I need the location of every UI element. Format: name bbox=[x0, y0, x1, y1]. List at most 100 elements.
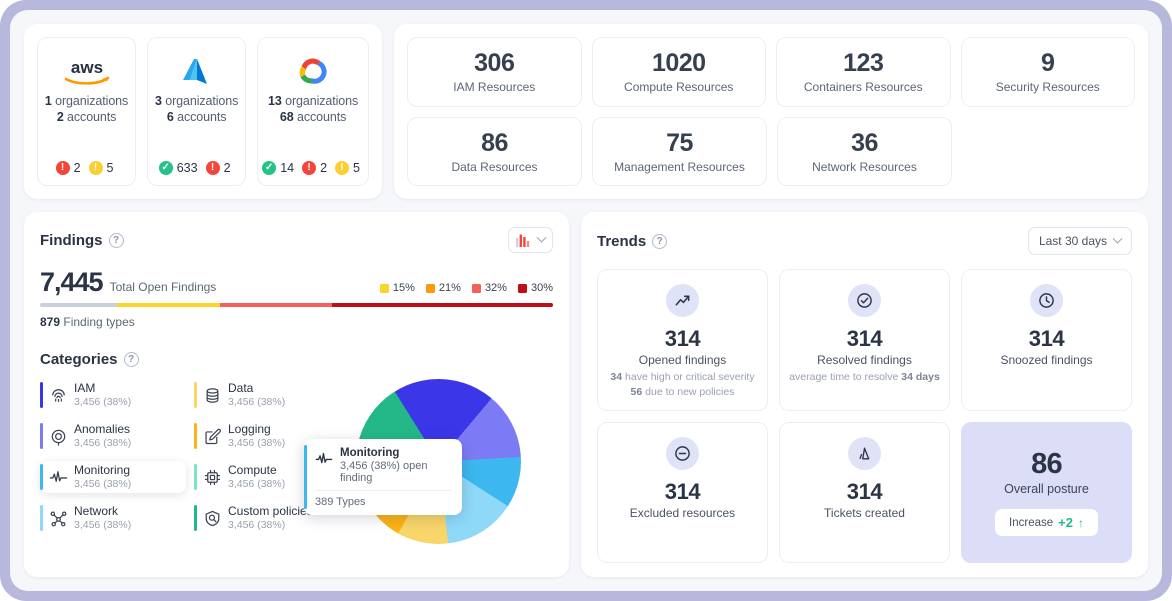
findings-summary: 7,445 Total Open Findings 15% 21% 32% 30… bbox=[40, 269, 553, 296]
category-text: Monitoring 3,456 (38%) bbox=[74, 464, 131, 490]
trend-card-opened-findings[interactable]: 314 Opened findings 34 have high or crit… bbox=[597, 269, 768, 410]
trend-card-snoozed-findings[interactable]: 314 Snoozed findings bbox=[961, 269, 1132, 410]
trend-card-tickets-created[interactable]: 314 Tickets created bbox=[779, 422, 950, 563]
chevron-down-icon bbox=[537, 232, 547, 242]
resource-card-compute[interactable]: 1020 Compute Resources bbox=[592, 37, 767, 107]
resources-row-1: 306 IAM Resources 1020 Compute Resources… bbox=[407, 37, 1135, 107]
gcp-badges: ✓ 14 ! 2 ! 5 bbox=[262, 152, 364, 175]
category-accent bbox=[194, 505, 197, 531]
categories-column-left: IAM 3,456 (38%) bbox=[40, 379, 186, 567]
category-text: IAM 3,456 (38%) bbox=[74, 382, 131, 408]
resource-value: 9 bbox=[1041, 49, 1054, 78]
aws-logo: aws bbox=[60, 52, 114, 92]
legend-item: 21% bbox=[426, 282, 461, 294]
check-icon: ✓ bbox=[159, 161, 173, 175]
category-value: 3,456 (38%) bbox=[74, 478, 131, 490]
category-accent bbox=[40, 423, 43, 449]
resource-value: 1020 bbox=[652, 49, 706, 78]
resource-value: 86 bbox=[481, 129, 508, 158]
category-name: Monitoring bbox=[74, 464, 131, 478]
resource-label: Network Resources bbox=[812, 160, 917, 174]
findings-header: Findings ? bbox=[40, 227, 553, 253]
aws-accounts: 2 accounts bbox=[57, 110, 116, 124]
trends-header: Trends ? Last 30 days bbox=[597, 227, 1132, 255]
azure-orgs-count: 3 bbox=[155, 94, 162, 108]
alert-icon: ! bbox=[206, 161, 220, 175]
category-text: Network 3,456 (38%) bbox=[74, 505, 131, 531]
resource-value: 123 bbox=[843, 49, 883, 78]
database-icon bbox=[203, 386, 222, 405]
date-range-select[interactable]: Last 30 days bbox=[1028, 227, 1132, 255]
finding-types-label: Finding types bbox=[63, 315, 134, 329]
categories-title-group: Categories ? bbox=[40, 351, 553, 368]
aws-accounts-label: accounts bbox=[67, 110, 116, 124]
category-item-network[interactable]: Network 3,456 (38%) bbox=[40, 502, 186, 534]
fingerprint-icon bbox=[49, 386, 68, 405]
resource-card-iam[interactable]: 306 IAM Resources bbox=[407, 37, 582, 107]
trends-title: Trends bbox=[597, 233, 646, 250]
category-value: 3,456 (38%) bbox=[228, 437, 285, 449]
categories-wrap: IAM 3,456 (38%) bbox=[40, 379, 553, 567]
overall-posture-card[interactable]: 86 Overall posture Increase +2 ↑ bbox=[961, 422, 1132, 563]
help-icon[interactable]: ? bbox=[124, 352, 139, 367]
aws-orgs-label: organizations bbox=[55, 94, 128, 108]
trend-value: 314 bbox=[665, 326, 701, 352]
trend-label: Excluded resources bbox=[630, 506, 735, 520]
trend-card-excluded-resources[interactable]: 314 Excluded resources bbox=[597, 422, 768, 563]
help-icon[interactable]: ? bbox=[652, 234, 667, 249]
category-item-monitoring[interactable]: Monitoring 3,456 (38%) bbox=[40, 461, 186, 493]
clock-icon bbox=[1030, 284, 1063, 317]
top-row: aws 1 organizations 2 accounts ! 2 ! 5 bbox=[24, 24, 1148, 199]
tooltip-types: 389 Types bbox=[315, 496, 452, 508]
category-item-iam[interactable]: IAM 3,456 (38%) bbox=[40, 379, 186, 411]
chart-type-button[interactable] bbox=[508, 227, 553, 253]
trend-value: 314 bbox=[1029, 326, 1065, 352]
azure-logo bbox=[181, 52, 213, 92]
page-title: Findings bbox=[40, 232, 103, 249]
resource-value: 36 bbox=[851, 129, 878, 158]
trends-title-group: Trends ? bbox=[597, 233, 667, 250]
cloud-card-azure[interactable]: 3 organizations 6 accounts ✓ 633 ! 2 bbox=[147, 37, 246, 186]
resource-card-data[interactable]: 86 Data Resources bbox=[407, 117, 582, 187]
trend-note-text: due to new policies bbox=[642, 386, 734, 398]
cloud-card-aws[interactable]: aws 1 organizations 2 accounts ! 2 ! 5 bbox=[37, 37, 136, 186]
tooltip-divider bbox=[315, 490, 452, 491]
minus-circle-icon bbox=[666, 437, 699, 470]
legend-item: 15% bbox=[380, 282, 415, 294]
azure-accounts-label: accounts bbox=[177, 110, 226, 124]
resource-card-security[interactable]: 9 Security Resources bbox=[961, 37, 1136, 107]
resource-card-management[interactable]: 75 Management Resources bbox=[592, 117, 767, 187]
chevron-down-icon bbox=[1113, 233, 1123, 243]
tooltip-detail: 3,456 (38%) open finding bbox=[340, 460, 452, 484]
trend-note: average time to resolve 34 days bbox=[789, 370, 940, 385]
category-item-data[interactable]: Data 3,456 (38%) bbox=[194, 379, 340, 411]
category-name: Network bbox=[74, 505, 131, 519]
category-accent bbox=[194, 464, 197, 490]
trend-card-resolved-findings[interactable]: 314 Resolved findings average time to re… bbox=[779, 269, 950, 410]
resource-label: Security Resources bbox=[996, 80, 1100, 94]
trends-grid: 314 Opened findings 34 have high or crit… bbox=[597, 269, 1132, 563]
cloud-card-gcp[interactable]: 13 organizations 68 accounts ✓ 14 ! 2 ! … bbox=[257, 37, 369, 186]
help-icon[interactable]: ? bbox=[109, 233, 124, 248]
policy-icon bbox=[203, 509, 222, 528]
trend-note-count: 34 days bbox=[901, 371, 940, 383]
jira-icon bbox=[848, 437, 881, 470]
alert-icon: ! bbox=[56, 161, 70, 175]
category-item-anomalies[interactable]: Anomalies 3,456 (38%) bbox=[40, 420, 186, 452]
resource-value: 75 bbox=[666, 129, 693, 158]
aws-orgs-count: 1 bbox=[45, 94, 52, 108]
azure-ok-count: 633 bbox=[177, 161, 198, 175]
category-value: 3,456 (38%) bbox=[228, 396, 285, 408]
resource-card-network[interactable]: 36 Network Resources bbox=[777, 117, 952, 187]
aws-critical-count: 2 bbox=[74, 161, 81, 175]
category-name: Data bbox=[228, 382, 285, 396]
resource-card-containers[interactable]: 123 Containers Resources bbox=[776, 37, 951, 107]
check-icon: ✓ bbox=[262, 161, 276, 175]
trend-note: 34 have high or critical severity 56 due… bbox=[610, 370, 754, 399]
total-open-findings-value: 7,445 bbox=[40, 269, 103, 296]
category-value: 3,456 (38%) bbox=[74, 437, 131, 449]
category-name: Custom policies bbox=[228, 505, 313, 519]
category-value: 3,456 (38%) bbox=[74, 519, 131, 531]
severity-bar bbox=[40, 303, 553, 307]
network-icon bbox=[49, 509, 68, 528]
